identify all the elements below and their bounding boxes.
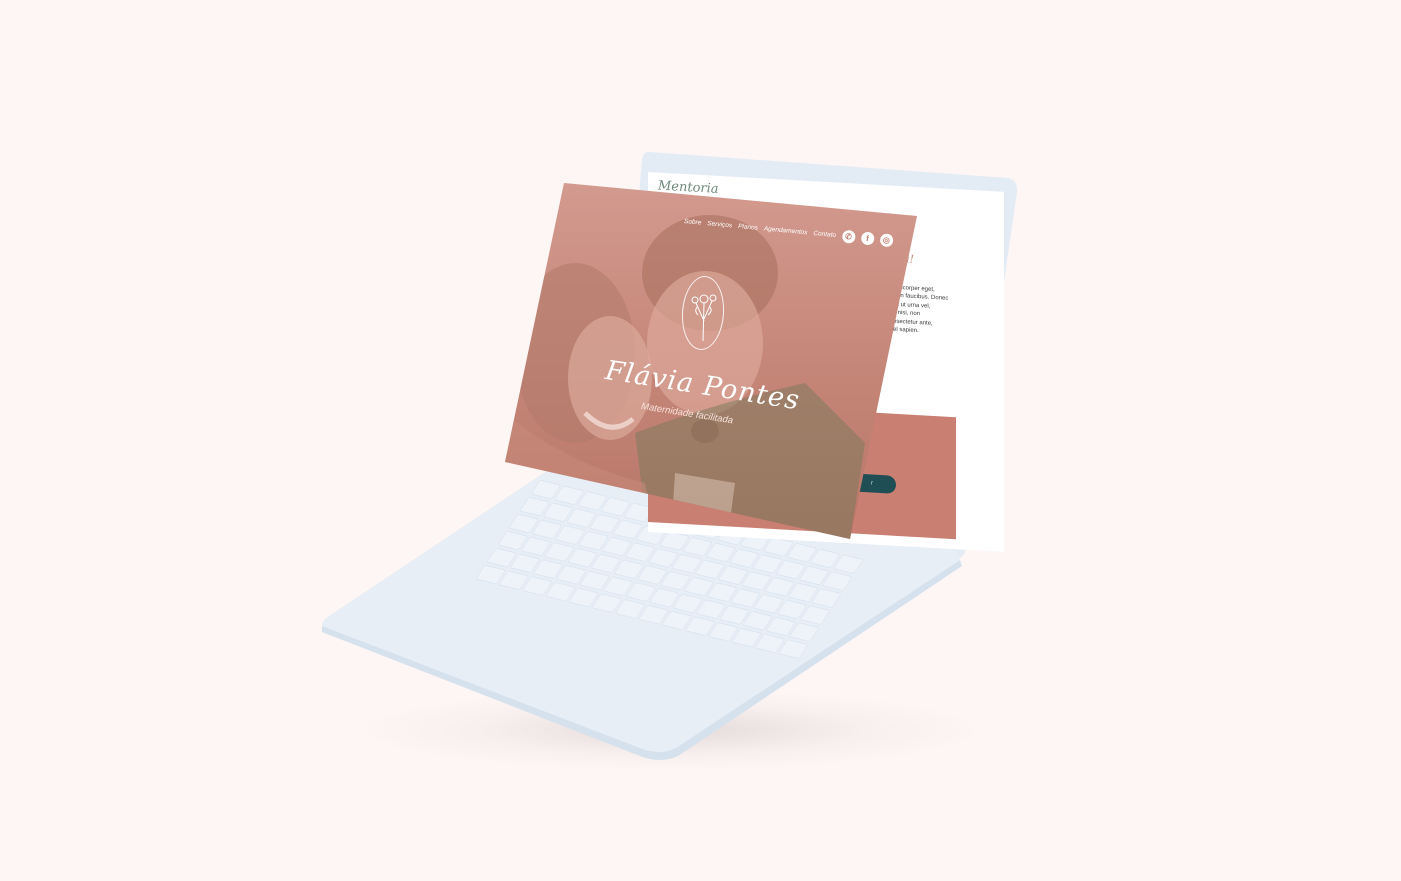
- nav-link-servicos[interactable]: Serviços: [707, 220, 732, 229]
- hero-panel: Sobre Serviços Planos Agendamentos Conta…: [505, 183, 917, 539]
- whatsapp-icon[interactable]: ✆: [841, 229, 856, 244]
- nav-link-planos[interactable]: Planos: [738, 222, 758, 231]
- mockup-stage: Mentoria a! lamcorper eget, is in faucib…: [0, 0, 1401, 881]
- nav-link-sobre[interactable]: Sobre: [684, 217, 702, 226]
- nav-link-agendamentos[interactable]: Agendamentos: [764, 225, 808, 236]
- flower-bouquet-icon: [691, 294, 717, 342]
- nav-link-contato[interactable]: Contato: [813, 229, 836, 238]
- hero-background: Sobre Serviços Planos Agendamentos Conta…: [505, 183, 917, 539]
- instagram-icon[interactable]: ◎: [879, 232, 894, 247]
- facebook-icon[interactable]: f: [860, 230, 875, 246]
